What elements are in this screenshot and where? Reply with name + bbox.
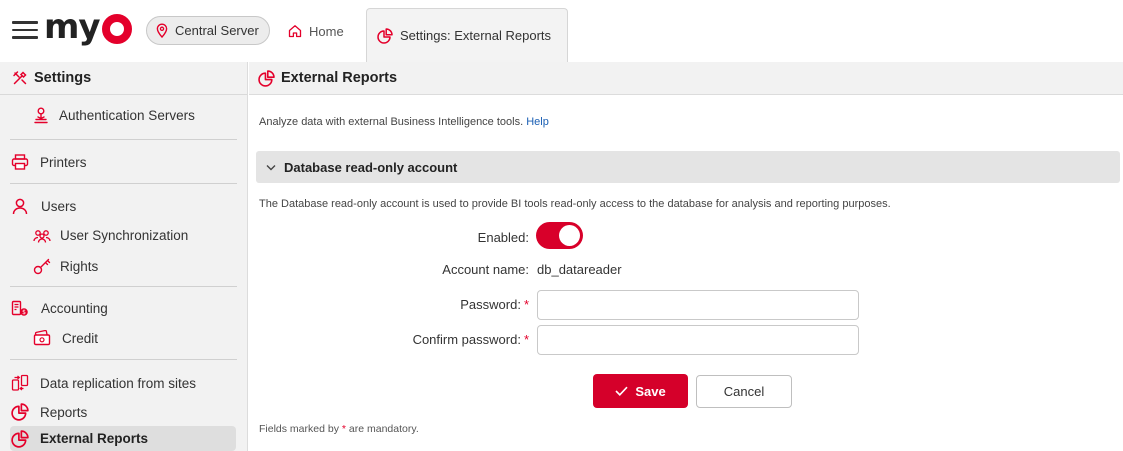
checkmark-icon [615, 386, 628, 396]
sidebar-divider [10, 139, 237, 140]
sidebar-item-label: Accounting [41, 301, 108, 316]
credit-icon [33, 330, 51, 346]
server-label: Central Server [175, 23, 259, 38]
sidebar-header: Settings [0, 62, 247, 95]
sidebar-title: Settings [34, 70, 92, 86]
password-label: Password: * [249, 297, 529, 312]
printer-icon [11, 154, 29, 170]
toggle-knob [559, 225, 580, 246]
confirm-password-label-text: Confirm password: [412, 332, 521, 347]
hamburger-menu-icon[interactable] [12, 21, 38, 39]
section-database-readonly-account[interactable]: Database read-only account [256, 151, 1120, 183]
footnote-before: Fields marked by [259, 423, 339, 435]
svg-text:$: $ [22, 309, 26, 316]
tab-settings-external-reports[interactable]: Settings: External Reports [366, 8, 568, 62]
sidebar-item-external-reports[interactable]: External Reports [10, 426, 236, 451]
confirm-password-field[interactable] [537, 325, 859, 355]
sidebar-divider [10, 359, 237, 360]
required-mark: * [341, 423, 346, 435]
sidebar-item-credit[interactable]: Credit [33, 330, 98, 346]
section-description: The Database read-only account is used t… [259, 198, 891, 210]
account-name-value: db_datareader [537, 262, 622, 277]
server-selector[interactable]: Central Server [146, 16, 270, 45]
pie-chart-icon [377, 27, 393, 44]
page-subtitle: Analyze data with external Business Inte… [259, 116, 549, 128]
user-icon [12, 198, 28, 215]
location-pin-icon [156, 23, 168, 38]
pie-chart-icon [11, 429, 29, 448]
pie-chart-icon [258, 69, 275, 87]
sidebar-item-label: Reports [40, 404, 88, 420]
settings-sidebar: Settings Authentication Servers Printers… [0, 62, 248, 451]
account-name-label: Account name: [249, 262, 529, 277]
enabled-label-text: Enabled: [477, 230, 529, 245]
cancel-button[interactable]: Cancel [696, 375, 792, 408]
account-name-label-text: Account name: [442, 262, 529, 277]
sidebar-divider [10, 183, 237, 184]
page-title: External Reports [281, 70, 398, 86]
sidebar-item-label: Data replication from sites [40, 375, 197, 391]
sidebar-item-data-replication[interactable]: Data replication from sites [11, 374, 196, 392]
sidebar-item-label: External Reports [40, 431, 149, 446]
tab-home-label: Home [309, 23, 344, 39]
save-button[interactable]: Save [593, 374, 688, 408]
footnote-after: are mandatory. [348, 423, 419, 435]
logo-text: my [44, 7, 101, 47]
key-icon [33, 258, 51, 275]
confirm-password-label: Confirm password: * [249, 332, 529, 347]
sidebar-item-label: Printers [40, 154, 87, 170]
pie-chart-icon [11, 403, 29, 421]
cancel-button-label: Cancel [723, 384, 765, 399]
password-field[interactable] [537, 290, 859, 320]
help-link[interactable]: Help [526, 116, 549, 128]
sidebar-divider [10, 286, 237, 287]
subtitle-text: Analyze data with external Business Inte… [259, 116, 524, 128]
main-header: External Reports [249, 62, 1123, 95]
enabled-label: Enabled: [249, 230, 529, 245]
main-panel: External Reports Analyze data with exter… [249, 62, 1123, 451]
enabled-toggle[interactable] [536, 222, 583, 249]
accounting-icon: $ [11, 300, 28, 316]
myq-logo[interactable]: my [44, 10, 132, 44]
sidebar-item-printers[interactable]: Printers [11, 154, 87, 170]
section-title: Database read-only account [284, 159, 458, 175]
auth-server-icon [34, 107, 48, 124]
replication-icon [11, 374, 29, 391]
sidebar-item-label: User Synchronization [60, 228, 189, 243]
sidebar-item-reports[interactable]: Reports [11, 403, 87, 421]
required-mark: * [523, 297, 529, 312]
save-button-label: Save [635, 383, 666, 399]
sidebar-item-user-synchronization[interactable]: User Synchronization [33, 228, 188, 243]
password-label-text: Password: [460, 297, 521, 312]
sidebar-item-accounting[interactable]: $ Accounting [11, 300, 108, 317]
mandatory-footnote: Fields marked by * are mandatory. [259, 423, 419, 435]
required-mark: * [523, 332, 529, 347]
sidebar-item-rights[interactable]: Rights [33, 257, 98, 275]
sidebar-item-authentication-servers[interactable]: Authentication Servers [33, 107, 195, 124]
sidebar-item-label: Authentication Servers [59, 108, 195, 123]
tools-icon [13, 71, 27, 85]
sidebar-item-label: Users [41, 199, 77, 214]
sidebar-item-label: Rights [60, 258, 99, 274]
home-icon [288, 25, 302, 38]
user-sync-icon [33, 229, 51, 243]
logo-q-mark [101, 14, 132, 44]
chevron-down-icon [266, 164, 276, 170]
tab-active-label: Settings: External Reports [400, 28, 552, 43]
sidebar-item-label: Credit [62, 330, 99, 346]
sidebar-item-users[interactable]: Users [11, 198, 76, 215]
tab-home[interactable]: Home [278, 8, 354, 54]
top-bar: my Central Server Home Settings: Externa… [0, 0, 1123, 62]
